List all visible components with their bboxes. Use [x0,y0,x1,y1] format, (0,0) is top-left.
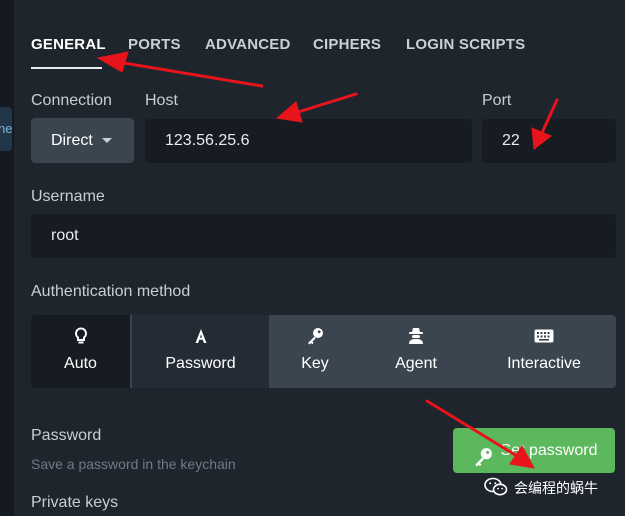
watermark: 会编程的蜗牛 [484,476,598,500]
connection-select[interactable]: Direct [31,118,134,163]
auth-option-password[interactable]: Password [132,315,269,388]
auth-option-interactive[interactable]: Interactive [472,315,616,388]
tab-ciphers[interactable]: CIPHERS [313,36,381,53]
connection-label: Connection [31,92,112,109]
user-secret-icon [360,325,472,347]
port-input[interactable]: 22 [482,119,616,163]
tab-ports[interactable]: PORTS [128,36,181,53]
set-password-button[interactable]: Set password [453,428,615,473]
tab-advanced[interactable]: ADVANCED [205,36,291,53]
lightbulb-icon [31,325,130,347]
key-icon [270,325,360,347]
sidebar-item-partial[interactable]: ne [0,107,12,151]
annotation-arrow-host [275,92,358,123]
watermark-text: 会编程的蜗牛 [514,480,598,496]
tab-general[interactable]: GENERAL [31,36,106,53]
tab-login-scripts[interactable]: LOGIN SCRIPTS [406,36,525,53]
active-tab-indicator [31,67,102,69]
password-hint: Save a password in the keychain [31,456,236,472]
wechat-icon [484,477,508,500]
auth-option-agent[interactable]: Agent [360,315,472,388]
font-icon [132,325,269,347]
annotation-arrow-tabs [96,51,264,88]
private-keys-label: Private keys [31,494,119,511]
host-input[interactable]: 123.56.25.6 [145,119,472,163]
username-input[interactable]: root [31,214,616,258]
auth-option-auto[interactable]: Auto [31,315,130,388]
auth-method-label: Authentication method [31,283,191,300]
username-label: Username [31,188,105,205]
keyboard-icon [472,325,616,347]
host-label: Host [145,92,178,109]
auth-method-selector: Auto Password Key Agent Interactive [31,315,616,388]
port-label: Port [482,92,512,109]
auth-option-key[interactable]: Key [270,315,360,388]
caret-down-icon [102,138,112,143]
password-label: Password [31,427,102,444]
connection-value: Direct [51,132,93,149]
sidebar-edge: ne [0,0,14,516]
